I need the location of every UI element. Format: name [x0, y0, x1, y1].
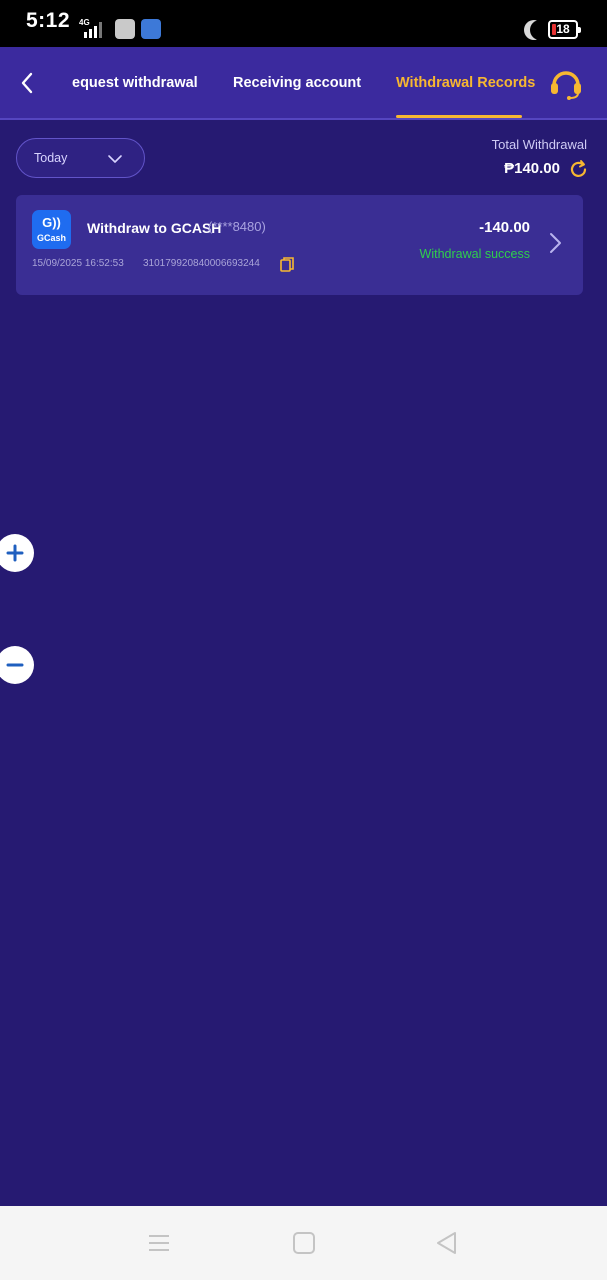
battery-icon: 18 — [548, 20, 581, 39]
app-notification-icon — [115, 19, 135, 39]
app-notification-icon — [141, 19, 161, 39]
copy-icon[interactable] — [280, 257, 294, 272]
back-triangle-icon[interactable] — [434, 1230, 460, 1256]
total-withdrawal-amount: ₱140.00 — [504, 160, 560, 177]
gcash-logo-mark: G)) — [42, 215, 61, 230]
gcash-logo-text: GCash — [36, 233, 66, 243]
tab-request-withdrawal[interactable]: equest withdrawal — [72, 75, 198, 91]
record-title: Withdraw to GCASH — [87, 220, 222, 236]
total-withdrawal-label: Total Withdrawal — [491, 137, 587, 152]
record-account-masked: (****8480) — [208, 219, 266, 234]
home-icon[interactable] — [291, 1230, 317, 1256]
zoom-in-button[interactable] — [0, 534, 34, 572]
customer-support-headset-icon[interactable] — [548, 67, 584, 101]
menu-icon[interactable] — [146, 1230, 172, 1256]
record-amount: -140.00 — [479, 219, 530, 236]
tab-withdrawal-records[interactable]: Withdrawal Records — [396, 75, 535, 91]
withdrawal-record-item[interactable]: G)) GCash Withdraw to GCASH (****8480) 1… — [16, 195, 583, 295]
zoom-out-button[interactable] — [0, 646, 34, 684]
system-navigation-bar — [0, 1206, 607, 1280]
gcash-logo-icon: G)) GCash — [32, 210, 71, 249]
header-bar: equest withdrawal Receiving account With… — [0, 47, 607, 120]
date-filter-value: Today — [34, 151, 68, 165]
record-transaction-id: 31017992084000669324​4 — [143, 258, 260, 269]
date-filter-dropdown[interactable]: Today — [16, 138, 145, 178]
record-datetime: 15/09/2025 16:52:53 — [32, 258, 124, 269]
do-not-disturb-moon-icon — [530, 20, 550, 40]
minus-icon — [6, 663, 24, 667]
status-time: 5:12 — [26, 9, 71, 32]
status-bar: 5:12 4G 18 — [0, 0, 607, 47]
active-tab-indicator — [396, 115, 522, 118]
chevron-right-icon — [550, 233, 561, 253]
signal-icon — [84, 22, 102, 38]
plus-icon — [6, 544, 24, 562]
chevron-down-icon — [108, 155, 122, 163]
refresh-icon[interactable] — [568, 159, 589, 180]
record-status: Withdrawal success — [419, 247, 530, 261]
tab-receiving-account[interactable]: Receiving account — [233, 75, 361, 91]
back-arrow-icon[interactable] — [14, 69, 42, 97]
